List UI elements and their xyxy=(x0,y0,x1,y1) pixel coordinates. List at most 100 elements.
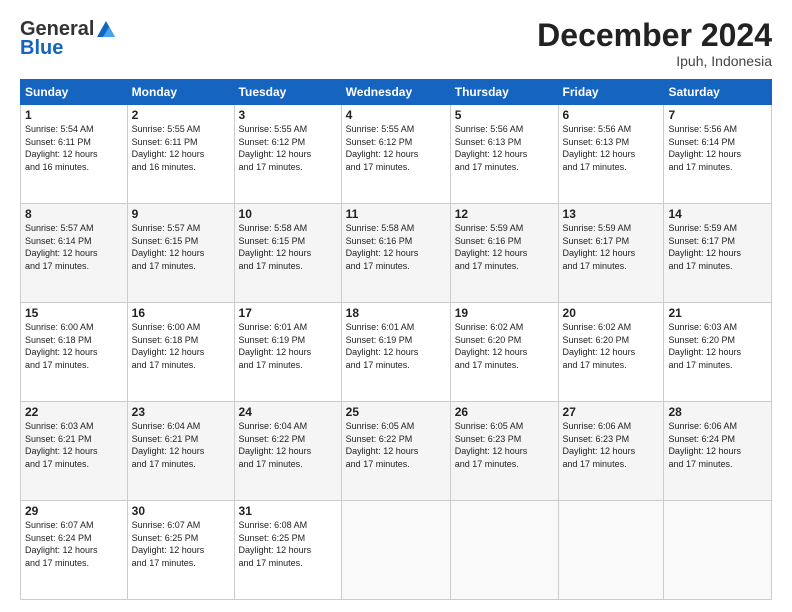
col-tuesday: Tuesday xyxy=(234,80,341,105)
calendar-table: Sunday Monday Tuesday Wednesday Thursday… xyxy=(20,79,772,600)
day-info: Sunrise: 5:57 AMSunset: 6:14 PMDaylight:… xyxy=(25,222,123,272)
day-info: Sunrise: 6:06 AMSunset: 6:24 PMDaylight:… xyxy=(668,420,767,470)
day-number: 4 xyxy=(346,108,446,122)
table-row: 24Sunrise: 6:04 AMSunset: 6:22 PMDayligh… xyxy=(234,402,341,501)
day-number: 2 xyxy=(132,108,230,122)
table-row: 23Sunrise: 6:04 AMSunset: 6:21 PMDayligh… xyxy=(127,402,234,501)
day-info: Sunrise: 5:59 AMSunset: 6:17 PMDaylight:… xyxy=(563,222,660,272)
day-info: Sunrise: 5:55 AMSunset: 6:12 PMDaylight:… xyxy=(346,123,446,173)
day-info: Sunrise: 5:59 AMSunset: 6:16 PMDaylight:… xyxy=(455,222,554,272)
day-info: Sunrise: 6:05 AMSunset: 6:22 PMDaylight:… xyxy=(346,420,446,470)
day-info: Sunrise: 6:04 AMSunset: 6:21 PMDaylight:… xyxy=(132,420,230,470)
day-number: 14 xyxy=(668,207,767,221)
day-info: Sunrise: 5:59 AMSunset: 6:17 PMDaylight:… xyxy=(668,222,767,272)
day-number: 16 xyxy=(132,306,230,320)
col-sunday: Sunday xyxy=(21,80,128,105)
table-row: 27Sunrise: 6:06 AMSunset: 6:23 PMDayligh… xyxy=(558,402,664,501)
col-saturday: Saturday xyxy=(664,80,772,105)
day-info: Sunrise: 6:07 AMSunset: 6:25 PMDaylight:… xyxy=(132,519,230,569)
day-info: Sunrise: 6:00 AMSunset: 6:18 PMDaylight:… xyxy=(25,321,123,371)
day-number: 22 xyxy=(25,405,123,419)
day-number: 23 xyxy=(132,405,230,419)
day-number: 12 xyxy=(455,207,554,221)
day-info: Sunrise: 6:02 AMSunset: 6:20 PMDaylight:… xyxy=(455,321,554,371)
day-number: 20 xyxy=(563,306,660,320)
day-info: Sunrise: 6:00 AMSunset: 6:18 PMDaylight:… xyxy=(132,321,230,371)
day-number: 5 xyxy=(455,108,554,122)
table-row: 13Sunrise: 5:59 AMSunset: 6:17 PMDayligh… xyxy=(558,204,664,303)
month-title: December 2024 xyxy=(537,18,772,53)
calendar-week-4: 22Sunrise: 6:03 AMSunset: 6:21 PMDayligh… xyxy=(21,402,772,501)
table-row: 10Sunrise: 5:58 AMSunset: 6:15 PMDayligh… xyxy=(234,204,341,303)
table-row: 21Sunrise: 6:03 AMSunset: 6:20 PMDayligh… xyxy=(664,303,772,402)
day-number: 27 xyxy=(563,405,660,419)
header: General Blue December 2024 Ipuh, Indones… xyxy=(20,18,772,69)
col-friday: Friday xyxy=(558,80,664,105)
table-row: 11Sunrise: 5:58 AMSunset: 6:16 PMDayligh… xyxy=(341,204,450,303)
day-number: 31 xyxy=(239,504,337,518)
table-row: 3Sunrise: 5:55 AMSunset: 6:12 PMDaylight… xyxy=(234,105,341,204)
table-row: 28Sunrise: 6:06 AMSunset: 6:24 PMDayligh… xyxy=(664,402,772,501)
day-info: Sunrise: 6:04 AMSunset: 6:22 PMDaylight:… xyxy=(239,420,337,470)
day-number: 15 xyxy=(25,306,123,320)
table-row: 18Sunrise: 6:01 AMSunset: 6:19 PMDayligh… xyxy=(341,303,450,402)
table-row: 20Sunrise: 6:02 AMSunset: 6:20 PMDayligh… xyxy=(558,303,664,402)
day-info: Sunrise: 6:01 AMSunset: 6:19 PMDaylight:… xyxy=(346,321,446,371)
day-number: 8 xyxy=(25,207,123,221)
day-number: 28 xyxy=(668,405,767,419)
day-info: Sunrise: 5:56 AMSunset: 6:13 PMDaylight:… xyxy=(563,123,660,173)
day-number: 21 xyxy=(668,306,767,320)
day-number: 30 xyxy=(132,504,230,518)
day-number: 9 xyxy=(132,207,230,221)
calendar-week-2: 8Sunrise: 5:57 AMSunset: 6:14 PMDaylight… xyxy=(21,204,772,303)
day-info: Sunrise: 6:02 AMSunset: 6:20 PMDaylight:… xyxy=(563,321,660,371)
day-info: Sunrise: 5:56 AMSunset: 6:14 PMDaylight:… xyxy=(668,123,767,173)
day-info: Sunrise: 5:55 AMSunset: 6:11 PMDaylight:… xyxy=(132,123,230,173)
day-number: 24 xyxy=(239,405,337,419)
day-info: Sunrise: 5:54 AMSunset: 6:11 PMDaylight:… xyxy=(25,123,123,173)
day-info: Sunrise: 6:06 AMSunset: 6:23 PMDaylight:… xyxy=(563,420,660,470)
day-number: 19 xyxy=(455,306,554,320)
day-info: Sunrise: 5:55 AMSunset: 6:12 PMDaylight:… xyxy=(239,123,337,173)
calendar-header-row: Sunday Monday Tuesday Wednesday Thursday… xyxy=(21,80,772,105)
day-number: 3 xyxy=(239,108,337,122)
calendar-week-5: 29Sunrise: 6:07 AMSunset: 6:24 PMDayligh… xyxy=(21,501,772,600)
table-row xyxy=(450,501,558,600)
day-number: 11 xyxy=(346,207,446,221)
day-number: 7 xyxy=(668,108,767,122)
table-row: 16Sunrise: 6:00 AMSunset: 6:18 PMDayligh… xyxy=(127,303,234,402)
day-number: 29 xyxy=(25,504,123,518)
day-number: 1 xyxy=(25,108,123,122)
table-row: 25Sunrise: 6:05 AMSunset: 6:22 PMDayligh… xyxy=(341,402,450,501)
table-row: 8Sunrise: 5:57 AMSunset: 6:14 PMDaylight… xyxy=(21,204,128,303)
col-wednesday: Wednesday xyxy=(341,80,450,105)
col-monday: Monday xyxy=(127,80,234,105)
table-row: 14Sunrise: 5:59 AMSunset: 6:17 PMDayligh… xyxy=(664,204,772,303)
table-row: 1Sunrise: 5:54 AMSunset: 6:11 PMDaylight… xyxy=(21,105,128,204)
day-info: Sunrise: 6:07 AMSunset: 6:24 PMDaylight:… xyxy=(25,519,123,569)
table-row: 9Sunrise: 5:57 AMSunset: 6:15 PMDaylight… xyxy=(127,204,234,303)
table-row: 22Sunrise: 6:03 AMSunset: 6:21 PMDayligh… xyxy=(21,402,128,501)
calendar-week-1: 1Sunrise: 5:54 AMSunset: 6:11 PMDaylight… xyxy=(21,105,772,204)
table-row: 29Sunrise: 6:07 AMSunset: 6:24 PMDayligh… xyxy=(21,501,128,600)
table-row: 7Sunrise: 5:56 AMSunset: 6:14 PMDaylight… xyxy=(664,105,772,204)
day-info: Sunrise: 6:01 AMSunset: 6:19 PMDaylight:… xyxy=(239,321,337,371)
day-info: Sunrise: 5:58 AMSunset: 6:16 PMDaylight:… xyxy=(346,222,446,272)
table-row: 31Sunrise: 6:08 AMSunset: 6:25 PMDayligh… xyxy=(234,501,341,600)
logo-icon xyxy=(95,19,117,41)
table-row xyxy=(558,501,664,600)
col-thursday: Thursday xyxy=(450,80,558,105)
calendar-week-3: 15Sunrise: 6:00 AMSunset: 6:18 PMDayligh… xyxy=(21,303,772,402)
day-number: 17 xyxy=(239,306,337,320)
day-number: 13 xyxy=(563,207,660,221)
table-row: 26Sunrise: 6:05 AMSunset: 6:23 PMDayligh… xyxy=(450,402,558,501)
table-row: 17Sunrise: 6:01 AMSunset: 6:19 PMDayligh… xyxy=(234,303,341,402)
location: Ipuh, Indonesia xyxy=(537,53,772,69)
table-row: 15Sunrise: 6:00 AMSunset: 6:18 PMDayligh… xyxy=(21,303,128,402)
day-info: Sunrise: 6:05 AMSunset: 6:23 PMDaylight:… xyxy=(455,420,554,470)
table-row xyxy=(664,501,772,600)
table-row: 4Sunrise: 5:55 AMSunset: 6:12 PMDaylight… xyxy=(341,105,450,204)
table-row: 19Sunrise: 6:02 AMSunset: 6:20 PMDayligh… xyxy=(450,303,558,402)
day-number: 18 xyxy=(346,306,446,320)
title-block: December 2024 Ipuh, Indonesia xyxy=(537,18,772,69)
